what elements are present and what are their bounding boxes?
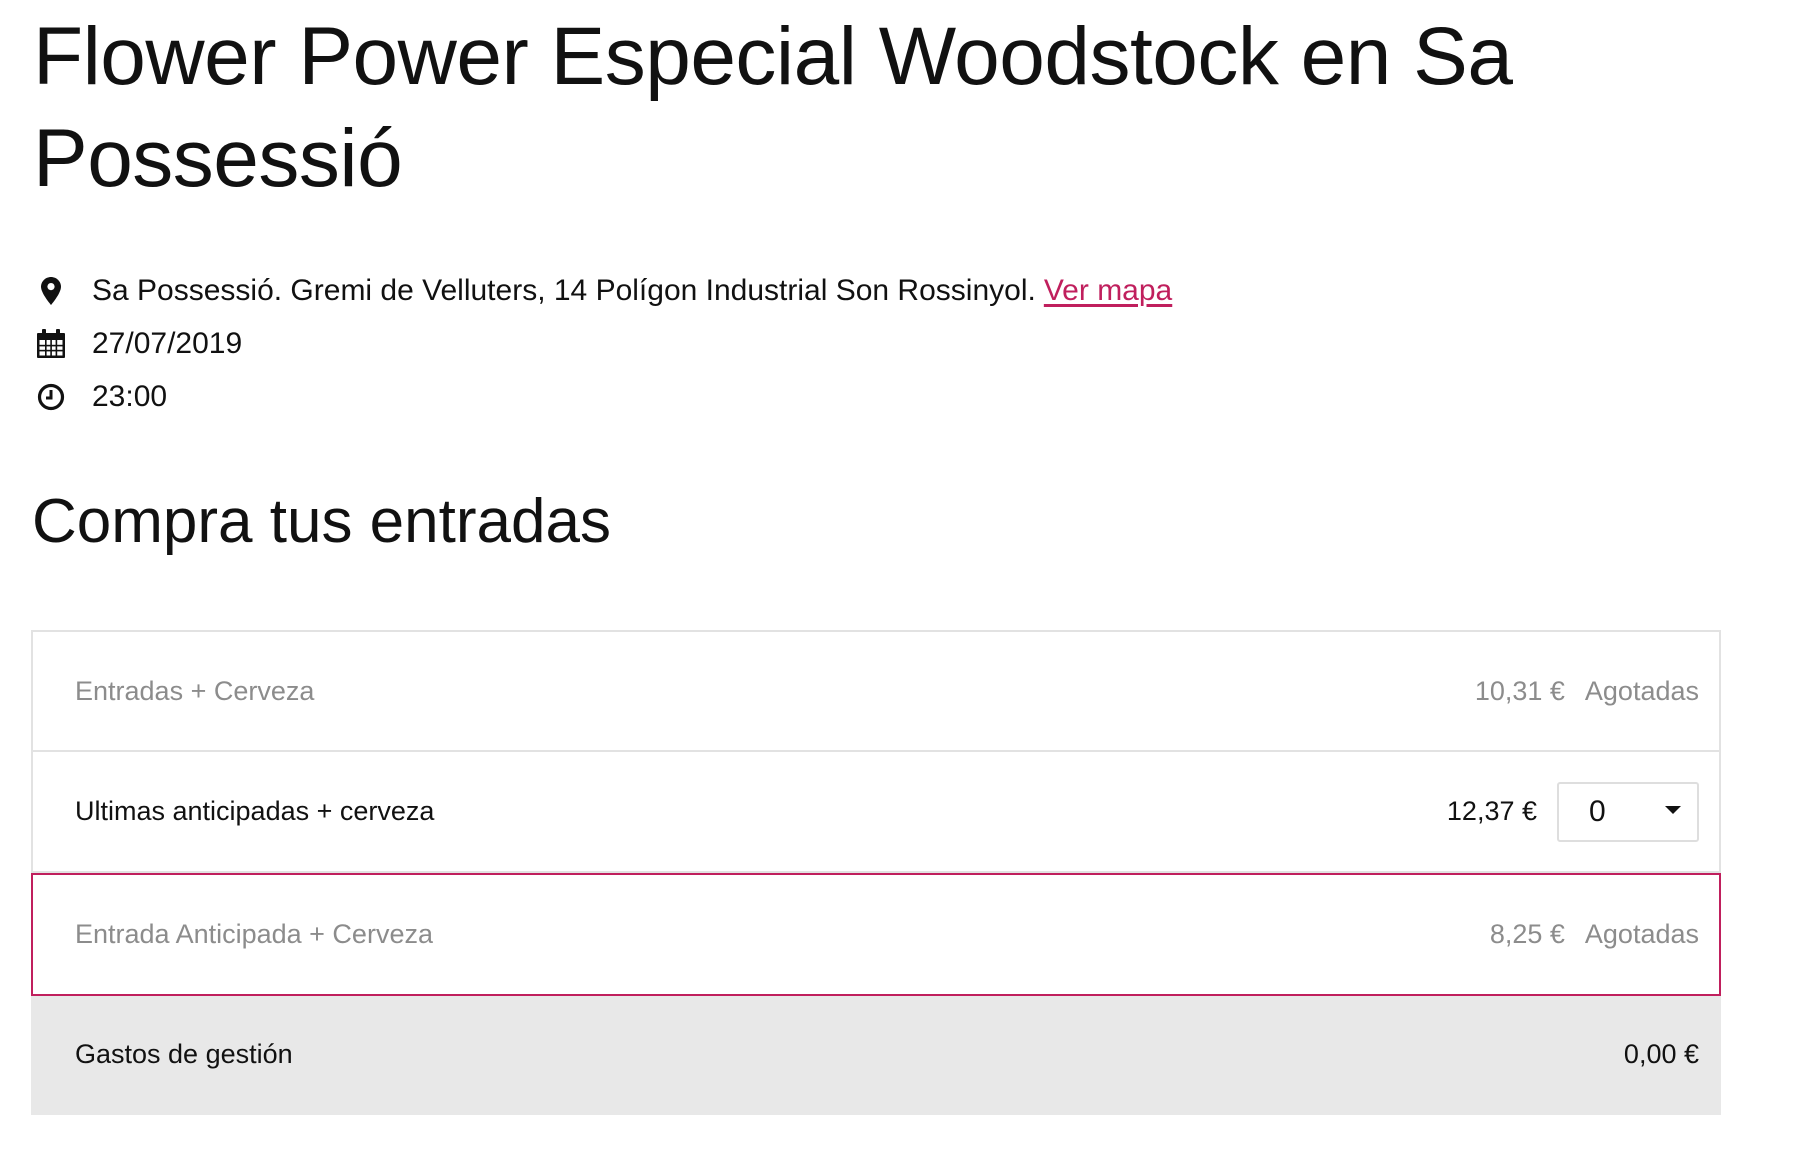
event-time-text: 23:00 <box>92 379 168 413</box>
ticket-quantity-select[interactable]: 0 <box>1557 781 1699 842</box>
buy-tickets-title: Compra tus entradas <box>32 487 611 556</box>
map-pin-icon <box>36 276 66 306</box>
event-date: 27/07/2019 <box>36 317 1172 370</box>
management-fees-label: Gastos de gestión <box>75 1039 293 1069</box>
ticket-row: Entrada Anticipada + Cerveza 8,25 € Agot… <box>31 873 1721 996</box>
ticket-name: Entradas + Cerveza <box>75 675 315 706</box>
sold-out-label: Agotadas <box>1584 919 1699 949</box>
management-fees-row: Gastos de gestión 0,00 € <box>31 996 1721 1115</box>
ticket-row: Ultimas anticipadas + cerveza 12,37 € 0 <box>31 752 1721 873</box>
ticket-name: Entrada Anticipada + Cerveza <box>75 919 433 949</box>
event-location-text: Sa Possessió. Gremi de Velluters, 14 Pol… <box>92 273 1036 307</box>
ticket-price: 8,25 € <box>1489 919 1565 949</box>
ticket-list: Entradas + Cerveza 10,31 € Agotadas Ulti… <box>31 630 1721 1115</box>
management-fees-amount: 0,00 € <box>1623 1039 1699 1069</box>
sold-out-label: Agotadas <box>1584 675 1699 706</box>
ticket-price: 12,37 € <box>1446 796 1537 826</box>
event-date-text: 27/07/2019 <box>92 326 243 360</box>
view-map-link[interactable]: Ver mapa <box>1044 274 1172 308</box>
ticket-name: Ultimas anticipadas + cerveza <box>75 796 435 826</box>
ticket-quantity-value: 0 <box>1589 794 1606 828</box>
event-location: Sa Possessió. Gremi de Velluters, 14 Pol… <box>36 264 1172 317</box>
chevron-down-icon <box>1665 805 1681 814</box>
clock-icon <box>36 382 66 412</box>
calendar-icon <box>36 328 66 359</box>
ticket-row: Entradas + Cerveza 10,31 € Agotadas <box>31 630 1721 752</box>
event-title: Flower Power Especial Woodstock en Sa Po… <box>33 11 1513 204</box>
event-time: 23:00 <box>36 370 1172 423</box>
event-page: Flower Power Especial Woodstock en Sa Po… <box>0 0 1818 1150</box>
ticket-price: 10,31 € <box>1474 675 1565 706</box>
event-info-list: Sa Possessió. Gremi de Velluters, 14 Pol… <box>36 264 1172 423</box>
